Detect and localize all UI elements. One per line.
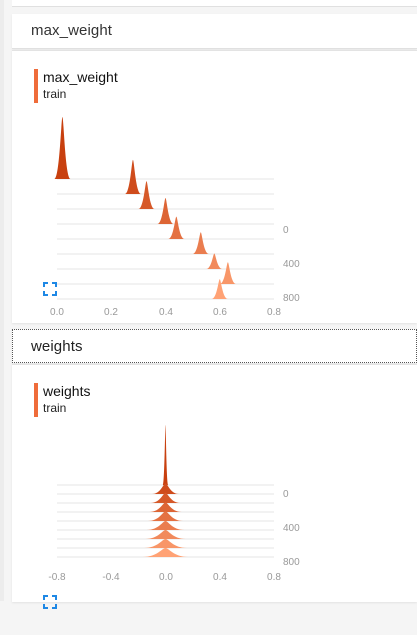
histogram-ridge xyxy=(124,159,142,194)
run-color-indicator xyxy=(34,383,38,417)
fullscreen-icon[interactable] xyxy=(43,282,57,296)
histogram-ridge xyxy=(138,181,155,209)
histogram-series-group xyxy=(57,425,274,558)
section-title: max_weight xyxy=(31,22,113,39)
chart-card-weights: weights train -0.8 -0.4 0.0 0.4 0.8 0 40… xyxy=(12,364,417,609)
left-gutter xyxy=(0,0,4,601)
x-tick-label: 0.8 xyxy=(267,572,281,583)
x-axis: -0.8 -0.4 0.0 0.4 0.8 xyxy=(48,572,281,583)
y-axis: 0 400 800 xyxy=(283,489,300,568)
x-tick-label: 0.8 xyxy=(267,307,281,318)
histogram-ridge xyxy=(149,502,182,512)
fullscreen-icon[interactable] xyxy=(43,595,57,609)
histogram-ridge xyxy=(145,530,186,539)
x-tick-label: -0.4 xyxy=(102,572,120,583)
x-tick-label: 0.2 xyxy=(104,307,118,318)
histogram-ridge xyxy=(219,262,237,284)
y-tick-label: 800 xyxy=(283,557,300,568)
section-title: weights xyxy=(31,338,83,355)
run-name: max_weight xyxy=(43,69,118,85)
run-color-indicator xyxy=(34,69,38,103)
histogram-ridge xyxy=(147,511,184,521)
section-header-weights[interactable]: weights xyxy=(12,329,417,363)
histogram-ridge xyxy=(142,548,189,557)
histogram-ridge xyxy=(157,197,174,224)
histogram-ridge xyxy=(54,117,71,179)
histogram-ridge xyxy=(143,539,188,548)
chart-card-max-weight: max_weight train 0.0 0.2 0.4 0.6 0.8 0 4… xyxy=(12,50,417,323)
histogram-ridge xyxy=(168,216,185,239)
section-header-max-weight[interactable]: max_weight xyxy=(12,14,417,49)
x-tick-label: 0.0 xyxy=(159,572,173,583)
x-tick-label: 0.4 xyxy=(213,572,227,583)
x-axis: 0.0 0.2 0.4 0.6 0.8 xyxy=(50,307,281,318)
histogram-ridge xyxy=(162,425,169,485)
run-tag: train xyxy=(43,87,67,101)
x-tick-label: 0.6 xyxy=(213,307,227,318)
run-tag: train xyxy=(43,401,67,415)
previous-card-bottom xyxy=(12,0,417,7)
histogram-chart-weights: -0.8 -0.4 0.0 0.4 0.8 0 400 800 xyxy=(48,425,300,583)
y-axis: 0 400 800 xyxy=(283,225,300,304)
histogram-ridge xyxy=(146,521,185,530)
y-tick-label: 0 xyxy=(283,225,289,236)
histogram-chart-max-weight: 0.0 0.2 0.4 0.6 0.8 0 400 800 xyxy=(50,117,300,318)
y-tick-label: 400 xyxy=(283,523,300,534)
x-tick-label: 0.4 xyxy=(159,307,173,318)
histogram-ridge xyxy=(192,232,209,254)
x-tick-label: 0.0 xyxy=(50,307,64,318)
y-tick-label: 400 xyxy=(283,259,300,270)
x-tick-label: -0.8 xyxy=(48,572,66,583)
histogram-ridge xyxy=(206,253,223,269)
y-tick-label: 0 xyxy=(283,489,289,500)
histogram-series-group xyxy=(54,117,274,300)
run-name: weights xyxy=(43,383,91,399)
y-tick-label: 800 xyxy=(283,293,300,304)
